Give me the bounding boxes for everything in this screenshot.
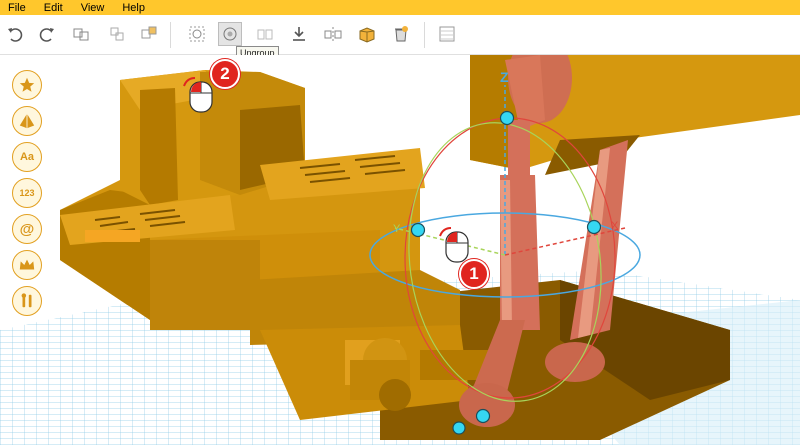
premium-button[interactable]	[12, 250, 42, 280]
menu-file[interactable]: File	[0, 2, 35, 14]
crown-icon	[19, 259, 35, 270]
toolbar-separator	[424, 22, 425, 48]
grid-panel-icon	[439, 26, 455, 42]
axis-x-label: X	[611, 220, 619, 232]
undo-button[interactable]	[4, 23, 26, 45]
undo-icon	[8, 28, 23, 42]
copy-button[interactable]	[70, 23, 92, 45]
shapes-button[interactable]	[12, 106, 42, 136]
split-icon	[257, 29, 273, 40]
layers-button[interactable]	[436, 23, 458, 45]
paste-cubes-icon	[110, 27, 124, 41]
download-icon	[293, 27, 305, 41]
menu-view[interactable]: View	[72, 2, 114, 14]
trash-icon	[395, 26, 408, 42]
ungroup-button[interactable]	[218, 22, 242, 46]
redo-icon	[39, 28, 54, 42]
menu-help[interactable]: Help	[113, 2, 154, 14]
copy-cubes-icon	[73, 28, 89, 41]
duplicate-icon	[141, 26, 157, 39]
star-icon	[19, 77, 35, 92]
scene-canvas[interactable]: Z Y X	[0, 55, 800, 445]
symbols-button[interactable]: @	[12, 214, 42, 244]
step-1-badge: 1	[459, 259, 489, 289]
group-button[interactable]	[186, 23, 208, 45]
tools-button[interactable]	[12, 286, 42, 316]
split-button[interactable]	[254, 23, 276, 45]
duplicate-button[interactable]	[138, 23, 160, 45]
numbers-label: 123	[19, 188, 35, 198]
menu-edit[interactable]: Edit	[35, 2, 72, 14]
text-button[interactable]: Aa	[12, 142, 42, 172]
axis-z-label: Z	[500, 69, 509, 85]
box-icon	[359, 27, 375, 43]
group-icon	[189, 26, 205, 42]
paste-button[interactable]	[106, 23, 128, 45]
at-label: @	[19, 220, 35, 238]
redo-button[interactable]	[36, 23, 58, 45]
numbers-button[interactable]: 123	[12, 178, 42, 208]
axis-y-label: Y	[393, 223, 401, 235]
pyramid-icon	[19, 113, 35, 129]
3d-viewport[interactable]: Z Y X Aa 123 @ 1 2	[0, 55, 800, 445]
delete-button[interactable]	[390, 23, 412, 45]
mirror-icon	[324, 27, 342, 41]
drop-to-ground-button[interactable]	[288, 23, 310, 45]
ungroup-icon	[223, 27, 237, 41]
menu-bar: File Edit View Help	[0, 0, 800, 15]
text-label: Aa	[19, 151, 35, 163]
toolbar	[0, 15, 800, 55]
box-button[interactable]	[356, 23, 378, 45]
favorites-button[interactable]	[12, 70, 42, 100]
toolbar-separator	[170, 22, 171, 48]
step-2-badge: 2	[210, 59, 240, 89]
mirror-button[interactable]	[322, 23, 344, 45]
tools-icon	[21, 293, 32, 308]
